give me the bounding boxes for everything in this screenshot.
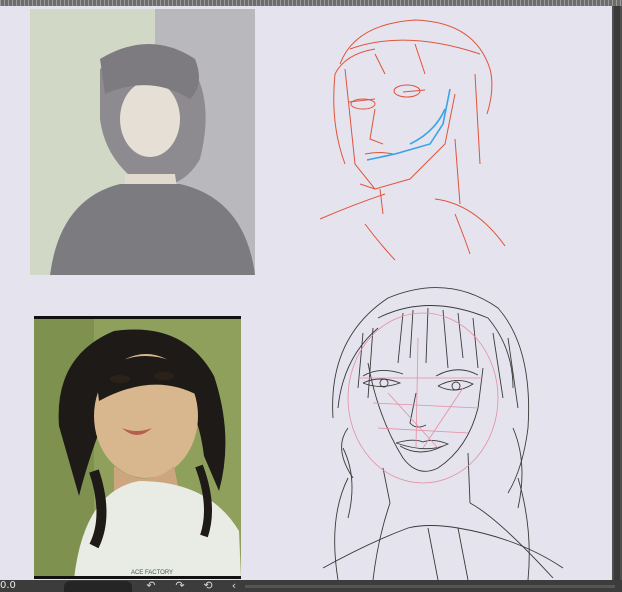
zoom-slider[interactable] [245,585,615,588]
bottom-toolbar: 0.0 ↶ ↷ ⟲ ‹ [0,580,622,592]
lineart-sketch [322,287,564,580]
reference-photo-bottom: ACE FACTORY [34,316,241,579]
vertical-scrollbar[interactable] [612,6,622,580]
chevron-left-icon[interactable]: ‹ [226,580,242,592]
rotate-right-icon[interactable]: ↷ [172,580,188,592]
zoom-level: 0.0 [0,580,16,591]
drawing-canvas[interactable]: ACE FACTORY [0,6,612,580]
construction-sketch [319,19,506,261]
shirt-print-text: ACE FACTORY [131,570,173,576]
rotate-left-icon[interactable]: ↶ [143,580,159,592]
reference-photo-top [30,9,255,275]
scrollbar-thumb[interactable] [614,6,620,580]
reset-rotation-icon[interactable]: ⟲ [200,580,216,592]
navigator-panel [64,581,132,592]
